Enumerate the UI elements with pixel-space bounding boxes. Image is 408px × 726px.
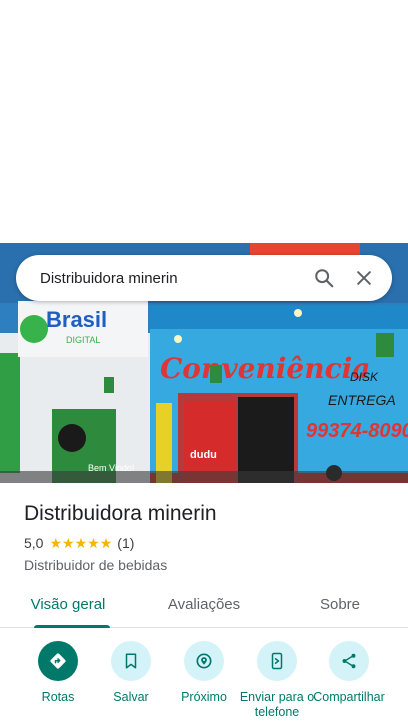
active-tab-indicator (34, 625, 110, 628)
place-tabs: Visão geral Avaliações Sobre (0, 586, 408, 628)
sign-brand-text: Brasil (46, 307, 107, 332)
fridge-text: dudu (190, 449, 217, 461)
tab-label: Avaliações (167, 596, 241, 613)
directions-icon (38, 641, 78, 681)
rating-stars: ★ ★ ★ ★ ★ (49, 536, 112, 550)
star-icon: ★ (62, 535, 75, 551)
close-icon[interactable] (344, 258, 384, 298)
tab-overview[interactable]: Visão geral (0, 586, 136, 628)
tab-label: Sobre (319, 596, 361, 613)
nearby-icon (184, 641, 224, 681)
tab-about[interactable]: Sobre (272, 586, 408, 627)
action-label: Salvar (113, 690, 149, 704)
place-info: Distribuidora minerin 5,0 ★ ★ ★ ★ ★ (1) … (24, 500, 394, 573)
search-icon[interactable] (304, 258, 344, 298)
action-bar: Rotas Salvar Próximo Enviar para o telef… (0, 641, 408, 726)
action-label: Compartilhar (313, 690, 385, 704)
tab-label: Visão geral (30, 596, 106, 613)
storefront-text: Conveniência (160, 352, 370, 385)
search-query[interactable]: Distribuidora minerin (40, 270, 304, 287)
send-to-phone-button[interactable]: Enviar para o telefone (237, 641, 317, 720)
rating-value: 5,0 (24, 535, 44, 551)
send-to-phone-icon (257, 641, 297, 681)
place-details-screen: Brasil DIGITAL Conveniência DISK ENTREGA… (0, 0, 408, 726)
entrega-text: ENTREGA (328, 392, 396, 408)
share-button[interactable]: Compartilhar (309, 641, 389, 705)
place-name: Distribuidora minerin (24, 502, 217, 525)
star-icon: ★ (74, 535, 88, 551)
star-icon: ★ (49, 535, 63, 551)
directions-button[interactable]: Rotas (18, 641, 98, 705)
star-icon: ★ (99, 535, 113, 551)
sign-brand-sub-text: DIGITAL (66, 335, 100, 345)
disk-text: DISK (350, 370, 379, 384)
share-icon (329, 641, 369, 681)
bookmark-icon (111, 641, 151, 681)
search-bar[interactable]: Distribuidora minerin (16, 255, 392, 301)
review-count[interactable]: (1) (117, 535, 134, 551)
rating-row[interactable]: 5,0 ★ ★ ★ ★ ★ (1) (24, 533, 394, 553)
star-icon: ★ (87, 535, 100, 551)
phone-text: 99374-8090 (306, 420, 408, 442)
action-label: Rotas (41, 690, 75, 704)
place-category: Distribuidor de bebidas (24, 557, 168, 573)
action-label: Próximo (181, 690, 227, 704)
action-label: Enviar para o telefone (239, 690, 315, 719)
nearby-button[interactable]: Próximo (164, 641, 244, 705)
tab-reviews[interactable]: Avaliações (136, 586, 272, 627)
save-button[interactable]: Salvar (91, 641, 171, 705)
